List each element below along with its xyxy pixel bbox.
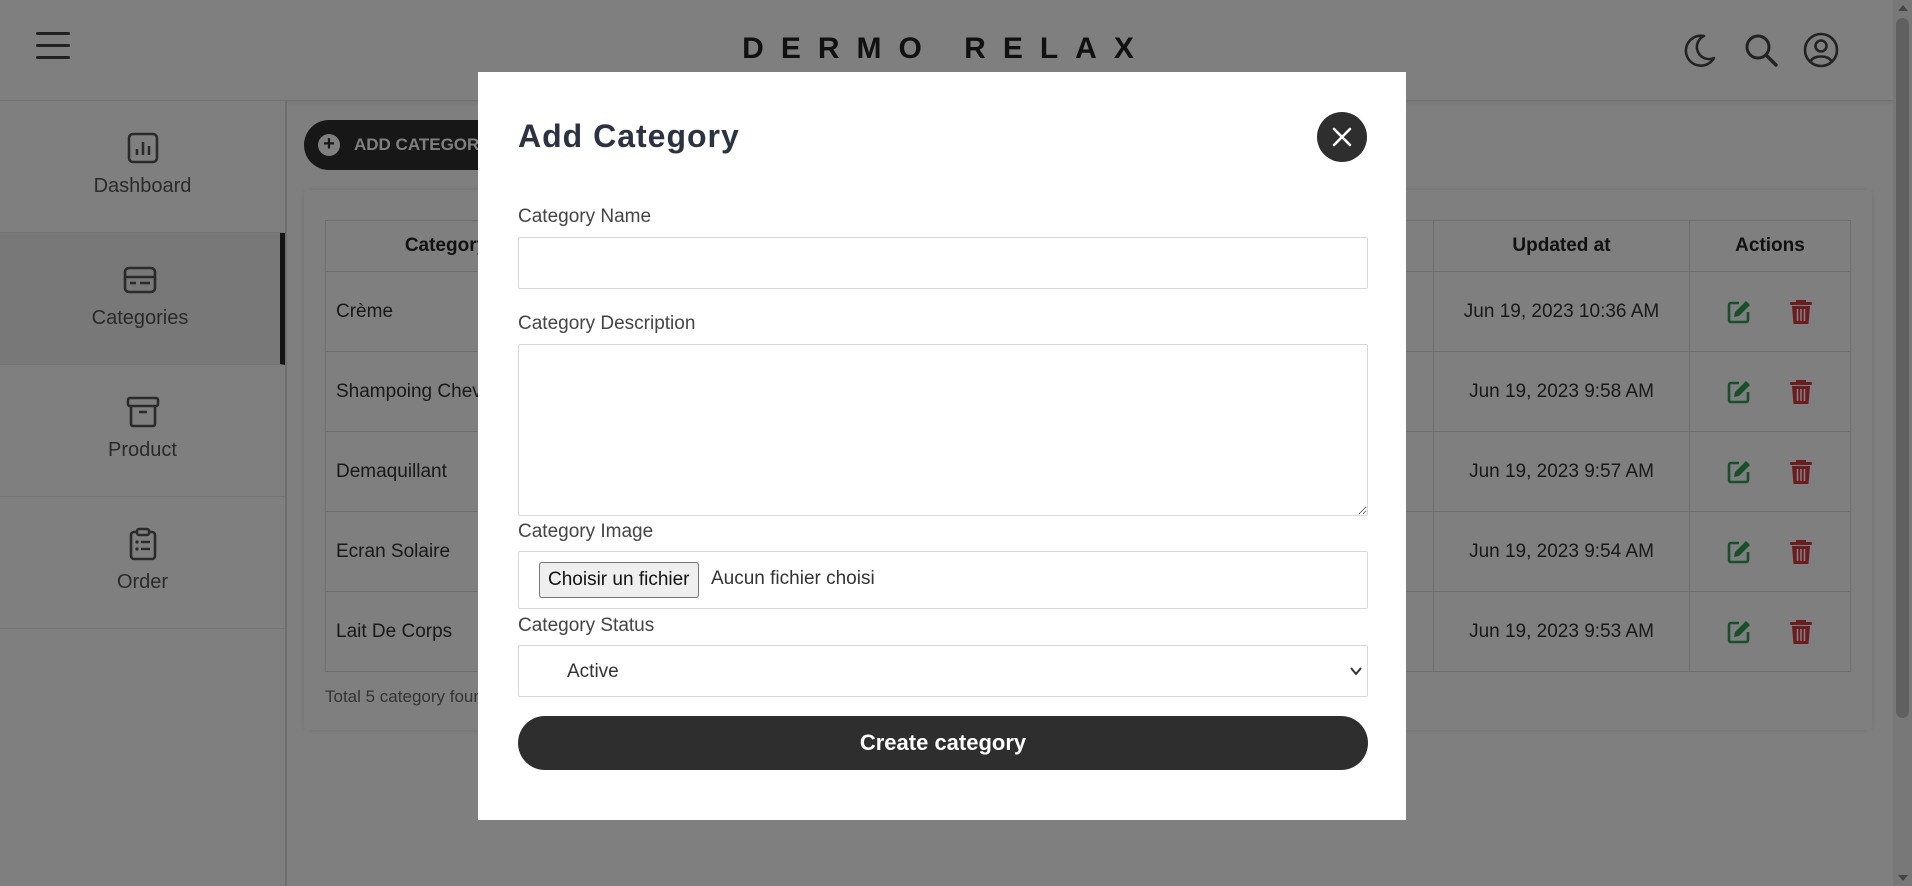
close-button[interactable] [1317, 112, 1367, 162]
category-name-label: Category Name [518, 206, 652, 227]
close-icon [1332, 127, 1352, 147]
category-description-textarea[interactable] [518, 344, 1368, 516]
choose-file-button[interactable]: Choisir un fichier [539, 562, 699, 598]
category-image-file-input: Choisir un fichier Aucun fichier choisi [518, 551, 1368, 609]
category-status-select[interactable]: Active [518, 645, 1368, 697]
modal-title: Add Category [518, 118, 740, 154]
add-category-modal: Add Category Category Name Category Desc… [478, 72, 1406, 820]
category-description-label: Category Description [518, 313, 696, 334]
category-image-label: Category Image [518, 521, 654, 542]
category-status-label: Category Status [518, 615, 655, 636]
category-status-select-wrapper: Active [478, 645, 1406, 697]
file-status-text: Aucun fichier choisi [711, 568, 875, 589]
category-name-input[interactable] [518, 237, 1368, 289]
create-category-button[interactable]: Create category [518, 716, 1368, 770]
